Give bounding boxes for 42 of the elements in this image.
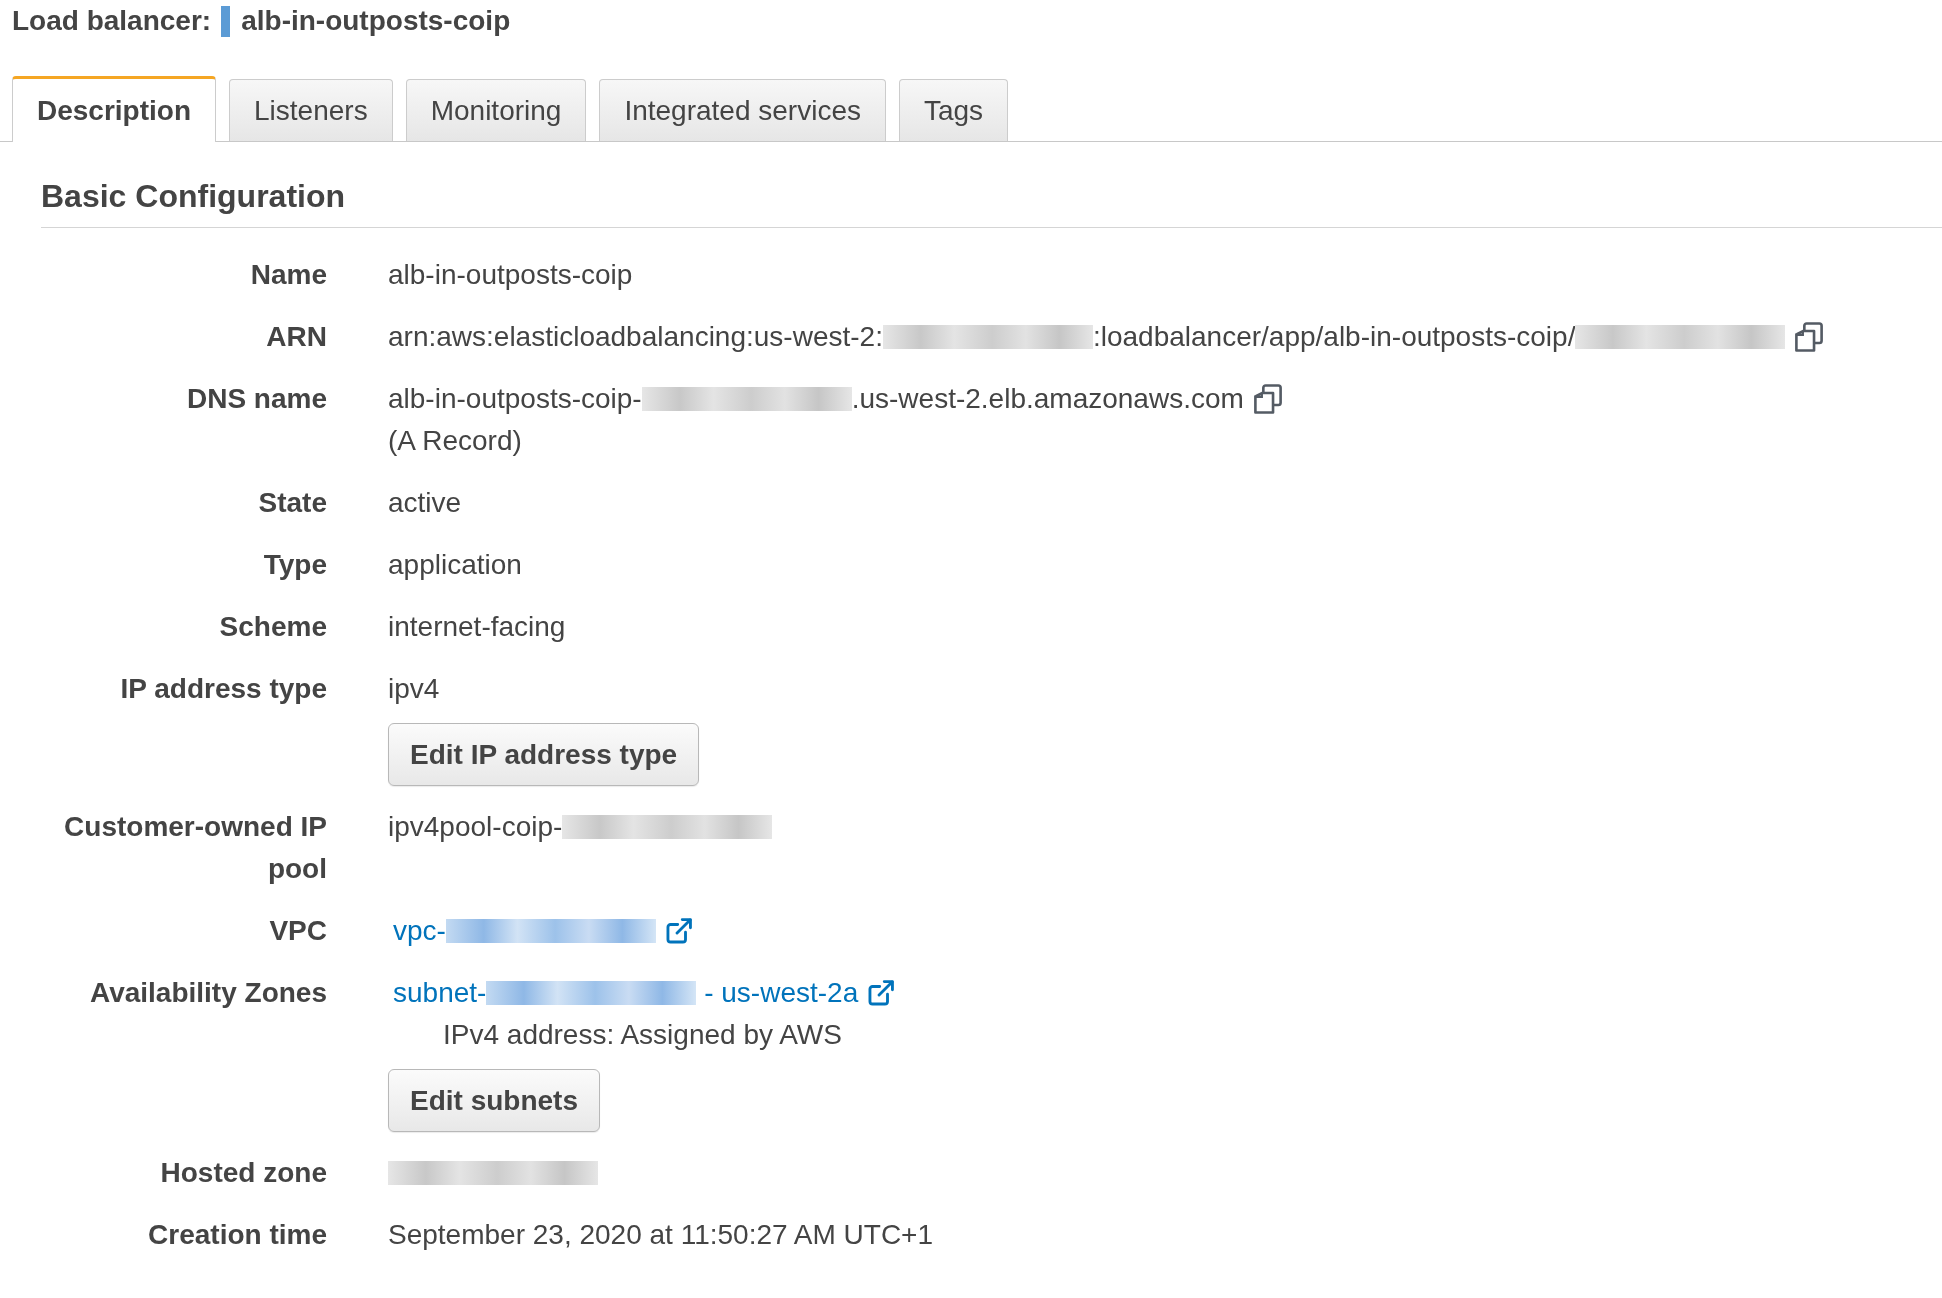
field-label: State [258,487,327,518]
field-value: alb-in-outposts-coip [388,258,633,292]
tab[interactable]: Description [12,76,217,142]
resource-link[interactable]: subnet- - us-west-2a [388,972,895,1014]
field-label: VPC [269,915,327,946]
field-label: Scheme [219,611,327,642]
field-label: ARN [266,321,327,352]
tab[interactable]: Monitoring [405,79,587,141]
field-label: Availability Zones [89,977,327,1008]
field-value: alb-in-outposts-coip- [388,382,642,416]
field-label: Type [263,549,327,580]
copy-icon[interactable] [1795,322,1824,352]
field-label: IP address type [120,673,327,704]
section-heading: Basic Configuration [41,142,1942,228]
field-label: DNS name [186,383,327,414]
field-value: ipv4pool-coip- [388,810,563,844]
field-value: ipv4 [388,672,440,706]
field-label: Hosted zone [160,1157,327,1188]
external-link-icon [665,918,692,944]
tab[interactable]: Integrated services [599,79,886,141]
tab[interactable]: Listeners [229,79,393,141]
field-value: September 23, 2020 at 11:50:27 AM UTC+1 [388,1218,934,1252]
edit-button[interactable]: Edit IP address type [388,723,700,786]
field-value: (A Record) [388,424,522,458]
field-value: .us-west-2.elb.amazonaws.com [851,382,1244,416]
external-link-icon [868,980,895,1006]
field-label: Creation time [148,1219,327,1250]
vertical-bar-icon [221,5,231,37]
field-label: Customer-owned IP pool [64,811,327,884]
copy-icon[interactable] [1253,384,1282,414]
field-value: internet-facing [388,610,566,644]
field-value: IPv4 address: Assigned by AWS [443,1018,842,1052]
resource-link[interactable]: vpc- [388,910,692,952]
field-label: Name [250,259,327,290]
page-title-label: Load balancer: [12,4,212,38]
field-value: application [388,548,522,582]
load-balancer-name: alb-in-outposts-coip [241,4,511,38]
edit-button[interactable]: Edit subnets [388,1069,600,1132]
tab[interactable]: Tags [898,79,1009,141]
field-value: :loadbalancer/app/alb-in-outposts-coip/ [1092,320,1576,354]
field-value: active [388,486,462,520]
field-value: arn:aws:elasticloadbalancing:us-west-2: [388,320,883,354]
